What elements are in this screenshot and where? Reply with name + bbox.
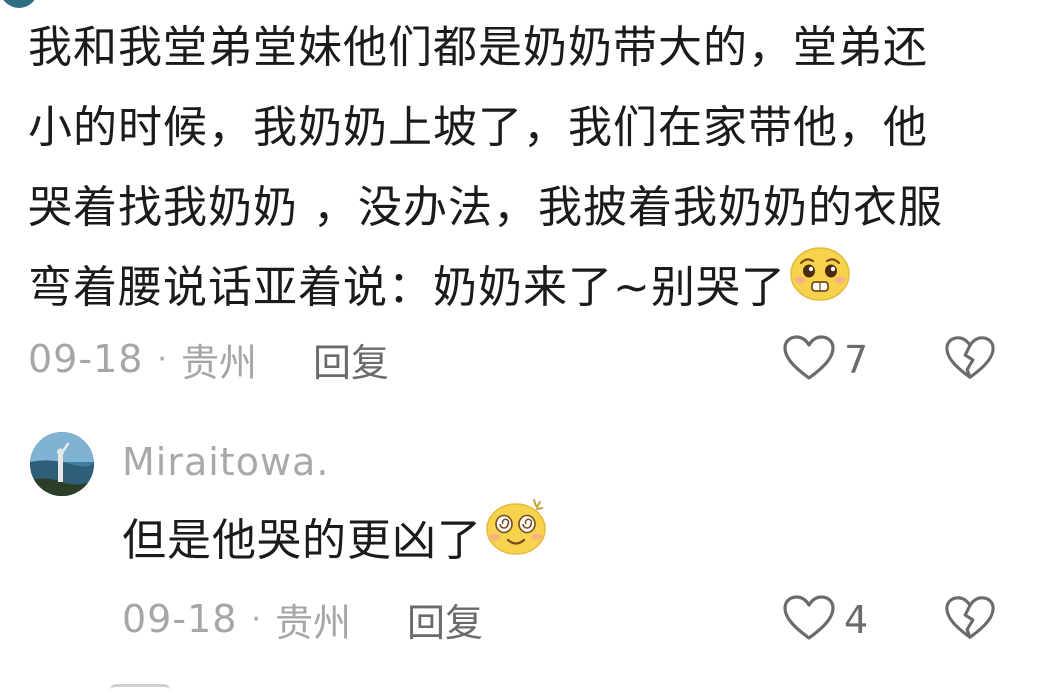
reply-button[interactable]: 回复 <box>407 592 483 647</box>
reply-location: 贵州 <box>274 600 351 645</box>
comment-location: 贵州 <box>180 340 257 385</box>
reply-date: 09-18 <box>122 597 238 641</box>
reply-button[interactable]: 回复 <box>313 332 389 387</box>
comment-line: 我和我堂弟堂妹他们都是奶奶带大的，堂弟还 <box>28 22 928 73</box>
comment-line: 小的时候，我奶奶上坡了，我们在家带他，他 <box>28 102 928 153</box>
reply-text: 但是他哭的更凶了 <box>122 515 482 566</box>
meta-separator: · <box>251 601 261 637</box>
username[interactable]: Miraitowa. <box>122 440 329 484</box>
heart-icon <box>782 334 836 386</box>
broken-heart-icon <box>944 596 996 646</box>
pleading-face-icon <box>788 244 852 328</box>
dislike-button[interactable] <box>944 594 996 646</box>
comment-line-text: 弯着腰说话亚着说：奶奶来了~别哭了 <box>28 262 786 313</box>
previous-avatar-fragment <box>0 0 38 8</box>
comment-thread: 我和我堂弟堂妹他们都是奶奶带大的，堂弟还 小的时候，我奶奶上坡了，我们在家带他，… <box>0 0 1057 693</box>
like-count: 4 <box>844 598 869 642</box>
comment-line-last: 弯着腰说话亚着说：奶奶来了~别哭了 <box>28 247 1028 332</box>
like-count: 7 <box>844 338 869 382</box>
meta-separator: · <box>157 341 167 377</box>
heart-icon <box>782 594 836 646</box>
broken-heart-icon <box>944 336 996 386</box>
next-item-fragment <box>110 684 170 693</box>
reply-body: 但是他哭的更凶了 <box>122 499 552 586</box>
dizzy-face-icon <box>484 496 552 582</box>
avatar[interactable] <box>30 432 94 496</box>
comment-line: 哭着找我奶奶 ，没办法，我披着我奶奶的衣服 <box>28 182 943 233</box>
comment-meta: 09-18 · 贵州 回复 <box>28 332 389 387</box>
comment-date: 09-18 <box>28 337 144 381</box>
reply-meta: 09-18 · 贵州 回复 <box>122 592 483 647</box>
like-button[interactable]: 4 <box>782 594 868 646</box>
comment-body: 我和我堂弟堂妹他们都是奶奶带大的，堂弟还 小的时候，我奶奶上坡了，我们在家带他，… <box>28 8 1028 332</box>
like-button[interactable]: 7 <box>782 334 868 386</box>
dislike-button[interactable] <box>944 334 996 386</box>
